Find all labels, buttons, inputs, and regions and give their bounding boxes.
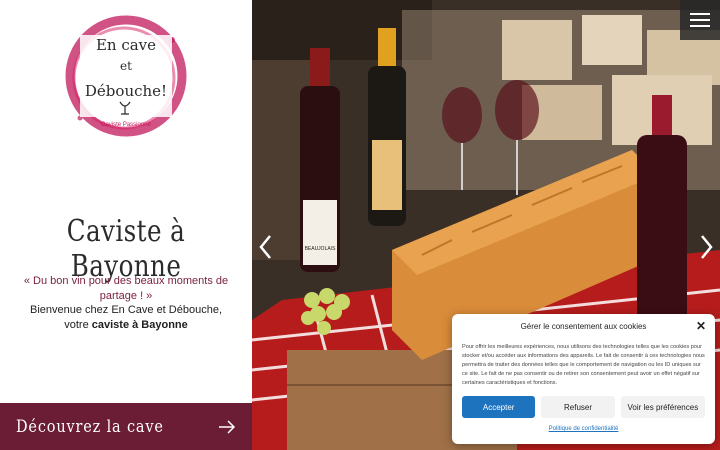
cookie-title: Gérer le consentement aux cookies bbox=[520, 322, 647, 331]
cookie-consent-modal: Gérer le consentement aux cookies ✕ Pour… bbox=[452, 314, 715, 444]
accept-button[interactable]: Accepter bbox=[462, 396, 536, 418]
logo-line-1: En cave bbox=[96, 36, 156, 54]
close-icon[interactable]: ✕ bbox=[696, 320, 706, 332]
logo-line-2: et bbox=[120, 59, 132, 73]
logo-line-3: Débouche! bbox=[85, 82, 167, 100]
tagline: « Du bon vin pour des beaux moments de p… bbox=[23, 275, 229, 302]
discover-cave-button[interactable]: Découvrez la cave bbox=[0, 403, 252, 450]
chevron-left-icon[interactable] bbox=[256, 233, 276, 261]
cookie-text: Pour offrir les meilleures expériences, … bbox=[462, 344, 705, 386]
logo-wine-stain-icon: En cave et Débouche! Caviste Passionné bbox=[65, 15, 187, 137]
privacy-policy-link[interactable]: Politique de confidentialité bbox=[462, 426, 705, 432]
left-panel: En cave et Débouche! Caviste Passionné C… bbox=[0, 0, 252, 450]
menu-bar bbox=[690, 19, 710, 21]
chevron-right-icon[interactable] bbox=[696, 233, 716, 261]
welcome-line-2-prefix: votre bbox=[64, 319, 89, 331]
logo-subtitle: Caviste Passionné bbox=[101, 122, 151, 128]
bottle-label-1: BEAUJOLAIS bbox=[305, 246, 337, 252]
view-preferences-button[interactable]: Voir les préférences bbox=[620, 396, 705, 418]
refuse-button[interactable]: Refuser bbox=[541, 396, 615, 418]
menu-bar bbox=[690, 25, 710, 27]
welcome-line-2-bold: caviste à Bayonne bbox=[91, 319, 188, 331]
welcome-line-1: Bienvenue chez En Cave et Débouche, bbox=[29, 304, 223, 316]
welcome-text: Bienvenue chez En Cave et Débouche, votr… bbox=[10, 303, 242, 333]
logo[interactable]: En cave et Débouche! Caviste Passionné bbox=[60, 10, 190, 142]
cookie-buttons: Accepter Refuser Voir les préférences bbox=[462, 396, 705, 418]
menu-bar bbox=[690, 13, 710, 15]
arrow-right-icon bbox=[219, 419, 236, 434]
discover-cave-label: Découvrez la cave bbox=[16, 416, 164, 437]
hamburger-menu-icon[interactable] bbox=[680, 0, 720, 40]
